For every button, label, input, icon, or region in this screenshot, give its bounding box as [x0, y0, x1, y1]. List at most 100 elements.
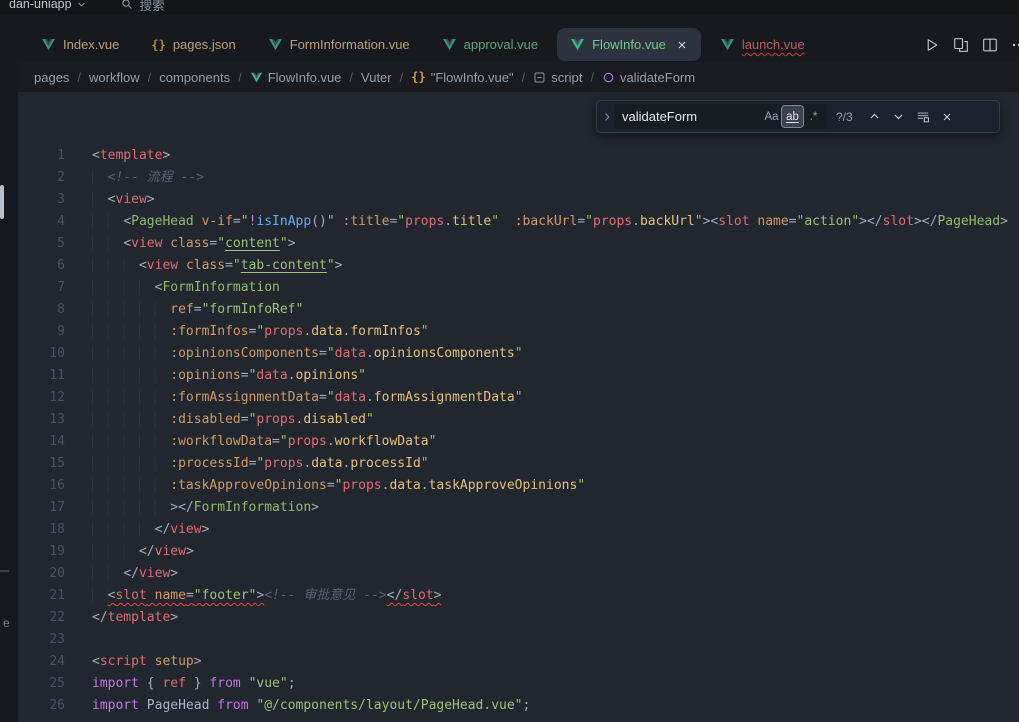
code-token: > [170, 566, 178, 581]
editor[interactable]: Aa ab .* ?/3 1<template>2 <!-- 流程 -->3 <… [18, 92, 1019, 722]
line-number[interactable]: 26 [18, 695, 65, 717]
code-token: template [108, 610, 171, 625]
close-find-button[interactable] [936, 106, 958, 128]
find-in-selection-button[interactable] [912, 106, 934, 128]
line-number[interactable]: 16 [18, 475, 65, 497]
sidebar-fragment-text: e [3, 616, 10, 630]
regex-toggle[interactable]: .* [803, 106, 824, 127]
code-token: ref [162, 676, 185, 691]
line-number[interactable]: 21 [18, 585, 65, 607]
line-number[interactable]: 25 [18, 673, 65, 695]
code-token: :backUrl [515, 214, 578, 229]
breadcrumb-item-script[interactable]: script [533, 70, 582, 85]
tab-label: approval.vue [464, 37, 538, 52]
code-token: props [593, 214, 632, 229]
code-token: () [311, 214, 327, 229]
code-token: slot [718, 214, 749, 229]
line-number[interactable]: 23 [18, 629, 65, 651]
code-token: view [155, 544, 186, 559]
toggle-replace-button[interactable] [599, 101, 614, 132]
line-number[interactable]: 19 [18, 541, 65, 563]
breadcrumb-item-FlowInfo.vue[interactable]: {}"FlowInfo.vue" [411, 70, 513, 85]
breadcrumb-item-components[interactable]: components [159, 70, 230, 85]
code-token: > [311, 500, 319, 515]
project-menu[interactable]: dan-uniapp [0, 0, 95, 11]
line-number[interactable]: 3 [18, 189, 65, 211]
code-token: " [515, 346, 523, 361]
find-input[interactable] [622, 109, 761, 124]
line-number[interactable]: 12 [18, 387, 65, 409]
code-token: = [225, 258, 233, 273]
line-number[interactable]: 10 [18, 343, 65, 365]
line-number[interactable]: 20 [18, 563, 65, 585]
line-number[interactable]: 9 [18, 321, 65, 343]
close-tab-icon[interactable] [676, 39, 688, 51]
breadcrumb-item-Vuter[interactable]: Vuter [361, 70, 392, 85]
breadcrumb-item-workflow[interactable]: workflow [89, 70, 140, 85]
tab-approval.vue[interactable]: approval.vue [429, 28, 551, 61]
line-number[interactable]: 24 [18, 651, 65, 673]
line-number[interactable]: 15 [18, 453, 65, 475]
code-token: > [914, 214, 922, 229]
line-number[interactable]: 7 [18, 277, 65, 299]
breadcrumb-item-validateForm[interactable]: validateForm [602, 70, 695, 85]
breadcrumb-separator: / [400, 70, 404, 85]
json-icon: {} [151, 39, 165, 51]
open-changes-button[interactable] [953, 37, 969, 53]
split-editor-button[interactable] [982, 37, 998, 53]
code-token: < [123, 236, 131, 251]
tab-label: launch.vue [742, 37, 805, 52]
line-number[interactable]: 17 [18, 497, 65, 519]
line-number[interactable]: 14 [18, 431, 65, 453]
chevron-down-icon [892, 110, 905, 123]
line-number[interactable]: 5 [18, 233, 65, 255]
line-number[interactable]: 1 [18, 145, 65, 167]
find-input-box[interactable]: Aa ab .* [614, 104, 827, 129]
line-number[interactable]: 22 [18, 607, 65, 629]
more-actions-button[interactable] [1011, 37, 1019, 53]
code-token: = [241, 368, 249, 383]
code-token: "action" [797, 214, 860, 229]
breadcrumb-item-FlowInfo.vue[interactable]: FlowInfo.vue [250, 70, 342, 85]
tab-FormInformation.vue[interactable]: FormInformation.vue [255, 28, 423, 61]
line-number[interactable]: 18 [18, 519, 65, 541]
find-in-selection-icon [916, 110, 930, 124]
line-number[interactable]: 2 [18, 167, 65, 189]
vue-icon [250, 71, 263, 84]
code-token: = [272, 434, 280, 449]
line-number[interactable]: 13 [18, 409, 65, 431]
code-token: = [577, 214, 585, 229]
line-number[interactable]: 11 [18, 365, 65, 387]
editor-actions [924, 28, 1019, 61]
titlebar-search[interactable]: 搜索 [121, 0, 165, 14]
code-token: :opinions [170, 368, 240, 383]
code-token: = [319, 390, 327, 405]
code-token: title [452, 214, 491, 229]
tab-launch.vue[interactable]: launch.vue [707, 28, 818, 61]
breadcrumb-separator: / [590, 70, 594, 85]
code-token: " [515, 390, 523, 405]
code-line: 13 :disabled="props.disabled" [18, 409, 1019, 431]
line-number[interactable]: 4 [18, 211, 65, 233]
code-token: " [695, 214, 703, 229]
line-number[interactable]: 8 [18, 299, 65, 321]
match-case-toggle[interactable]: Aa [761, 106, 782, 127]
code-token: import [92, 676, 139, 691]
run-button[interactable] [924, 37, 940, 53]
whole-word-toggle[interactable]: ab [782, 106, 803, 127]
tab-FlowInfo.vue[interactable]: FlowInfo.vue [557, 28, 701, 61]
code-token: " [327, 258, 335, 273]
code-text: import { ref } from "vue"; [92, 673, 296, 695]
breadcrumb-item-pages[interactable]: pages [34, 70, 69, 85]
code-token: backUrl [640, 214, 695, 229]
code-area[interactable]: 1<template>2 <!-- 流程 -->3 <view>4 <PageH… [18, 92, 1019, 722]
line-number[interactable]: 6 [18, 255, 65, 277]
code-token: :formAssignmentData [170, 390, 319, 405]
previous-match-button[interactable] [864, 106, 886, 128]
code-token: . [421, 478, 429, 493]
code-token: > [170, 500, 178, 515]
next-match-button[interactable] [888, 106, 910, 128]
tab-pages.json[interactable]: {}pages.json [138, 28, 248, 61]
tab-Index.vue[interactable]: Index.vue [28, 28, 132, 61]
code-token: taskApproveOpinions [429, 478, 578, 493]
